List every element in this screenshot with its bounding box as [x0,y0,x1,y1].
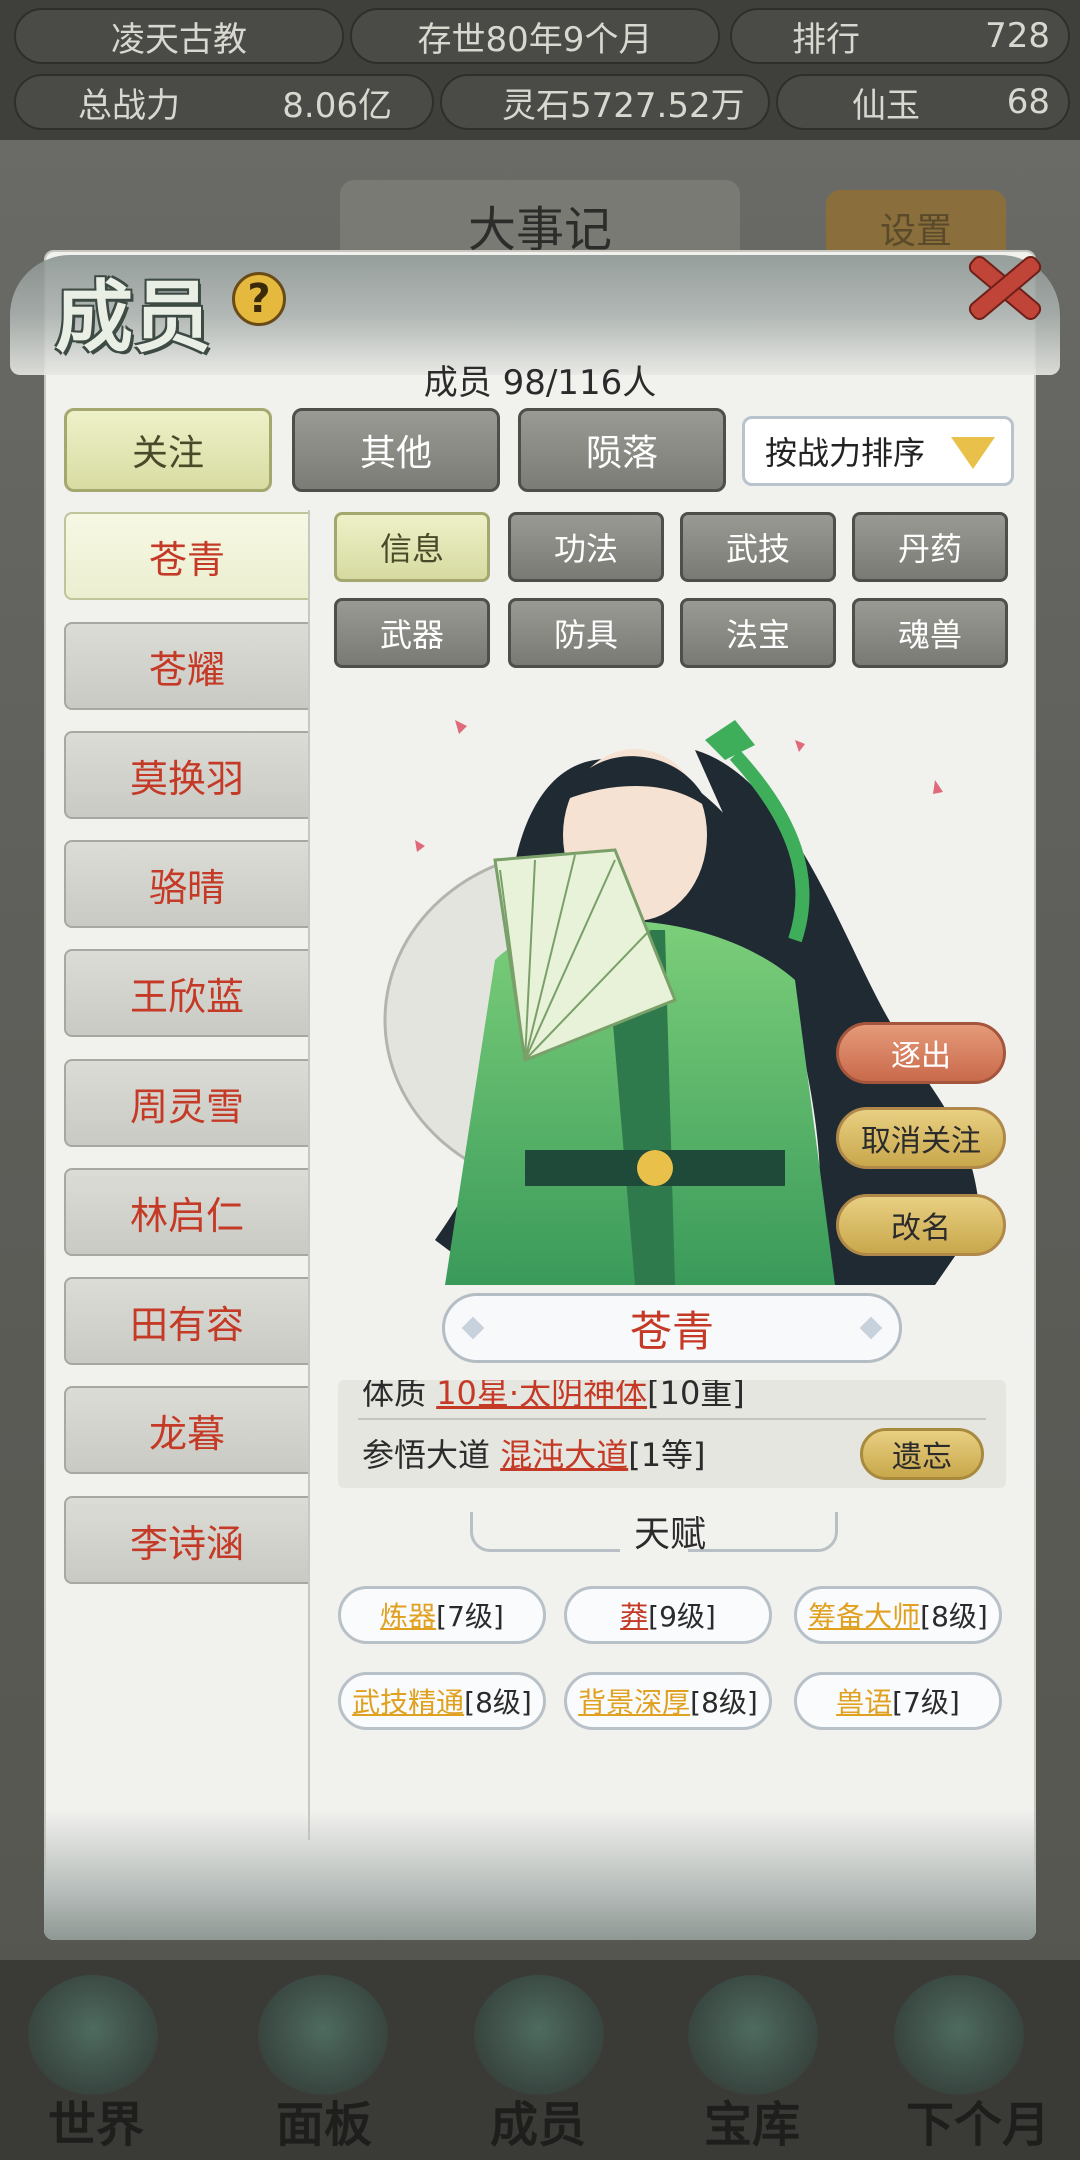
subtab-martial-skills[interactable]: 武技 [680,512,836,582]
nav-next-month[interactable]: 下个月 [906,2085,1050,2155]
talent-level: [8级] [690,1686,758,1719]
member-item[interactable]: 王欣蓝 [64,949,308,1037]
spirit-stone-value: 灵石5727.52万 [502,85,745,126]
talent-badge[interactable]: 莽 [9级] [564,1586,772,1644]
member-item[interactable]: 莫换羽 [64,731,308,819]
spirit-stone-pill: 灵石5727.52万 [440,74,770,130]
talent-name: 兽语 [836,1686,893,1719]
talent-level: [8级] [920,1600,988,1633]
subtab-weapons[interactable]: 武器 [334,598,490,668]
physique-value[interactable]: 10星·太阴神体 [436,1380,647,1412]
subtab-spirit-beasts[interactable]: 魂兽 [852,598,1008,668]
dao-grade: [1等] [628,1436,706,1474]
existence-time: 存世80年9个月 [350,8,720,64]
dao-line: 参悟大道 混沌大道[1等] [362,1430,706,1476]
member-item[interactable]: 林启仁 [64,1168,308,1256]
selected-member-name: 苍青 [442,1293,902,1363]
member-item[interactable]: 苍耀 [64,622,308,710]
talent-section-title: 天赋 [633,1514,706,1555]
talent-name: 筹备大师 [808,1600,921,1633]
dao-value[interactable]: 混沌大道 [500,1436,628,1474]
jade-label: 仙玉 [852,85,920,126]
talent-name: 莽 [620,1600,649,1633]
tab-others[interactable]: 其他 [292,408,500,492]
jade-value: 68 [1006,82,1050,122]
world-orb-icon [28,1975,158,2095]
talent-badge[interactable]: 筹备大师 [8级] [794,1586,1002,1644]
subtab-artifacts[interactable]: 法宝 [680,598,836,668]
help-icon[interactable]: ? [232,272,286,326]
nav-treasury[interactable]: 宝库 [704,2085,800,2155]
rank-value: 728 [985,16,1050,56]
next-month-icon [894,1975,1024,2095]
dialog-title: 成员 [55,272,212,363]
talent-badge[interactable]: 背景深厚 [8级] [564,1672,772,1730]
talent-badge[interactable]: 兽语 [7级] [794,1672,1002,1730]
talent-level: [8级] [464,1686,532,1719]
list-divider [308,510,310,1840]
sort-label: 按战力排序 [765,434,926,472]
forget-button[interactable]: 遗忘 [860,1428,984,1480]
subtab-armor[interactable]: 防具 [508,598,664,668]
diamond-ornament-icon [461,1316,485,1340]
nav-world[interactable]: 世界 [48,2085,144,2155]
member-item[interactable]: 田有容 [64,1277,308,1365]
rank-pill[interactable]: 排行 728 [730,8,1070,64]
info-divider [358,1418,986,1420]
physique-label: 体质 [362,1380,427,1412]
subtab-pills[interactable]: 丹药 [852,512,1008,582]
dao-label: 参悟大道 [362,1436,491,1474]
talent-name: 背景深厚 [578,1686,691,1719]
physique-grade: [10重] [647,1380,745,1412]
members-icon [474,1975,604,2095]
selected-name-text: 苍青 [629,1306,714,1356]
sect-name: 凌天古教 [14,8,344,64]
treasury-icon [688,1975,818,2095]
nav-members[interactable]: 成员 [490,2085,586,2155]
physique-line: 体质 10星·太阴神体[10重] [362,1380,745,1414]
talent-name: 炼器 [380,1600,437,1633]
power-label: 总战力 [78,85,180,126]
panel-scroll-icon [258,1975,388,2095]
talent-level: [7级] [892,1686,960,1719]
talent-level: [9级] [648,1600,716,1633]
diamond-ornament-icon [859,1316,883,1340]
member-item[interactable]: 苍青 [64,512,308,600]
member-item[interactable]: 周灵雪 [64,1059,308,1147]
tab-following[interactable]: 关注 [64,408,272,492]
rank-label: 排行 [792,19,860,60]
close-icon[interactable] [958,240,1048,330]
talent-name: 武技精通 [352,1686,465,1719]
expel-button[interactable]: 逐出 [836,1022,1006,1084]
jade-pill: 仙玉 68 [776,74,1070,130]
member-count: 成员 98/116人 [423,363,657,403]
power-pill: 总战力 8.06亿 [14,74,434,130]
tab-fallen[interactable]: 陨落 [518,408,726,492]
rename-button[interactable]: 改名 [836,1194,1006,1256]
sort-dropdown[interactable]: 按战力排序 [742,416,1014,486]
subtab-info[interactable]: 信息 [334,512,490,582]
chevron-down-icon [951,437,995,469]
member-item[interactable]: 骆晴 [64,840,308,928]
talent-badge[interactable]: 炼器 [7级] [338,1586,546,1644]
subtab-techniques[interactable]: 功法 [508,512,664,582]
talent-badge[interactable]: 武技精通 [8级] [338,1672,546,1730]
dialog-bottom-cloud [44,1810,1036,1940]
top-status-bar: 凌天古教 存世80年9个月 排行 728 总战力 8.06亿 灵石5727.52… [0,0,1080,140]
power-value: 8.06亿 [282,85,392,126]
unfollow-button[interactable]: 取消关注 [836,1107,1006,1169]
member-item[interactable]: 龙暮 [64,1386,308,1474]
talent-level: [7级] [436,1600,504,1633]
nav-panel[interactable]: 面板 [276,2085,372,2155]
